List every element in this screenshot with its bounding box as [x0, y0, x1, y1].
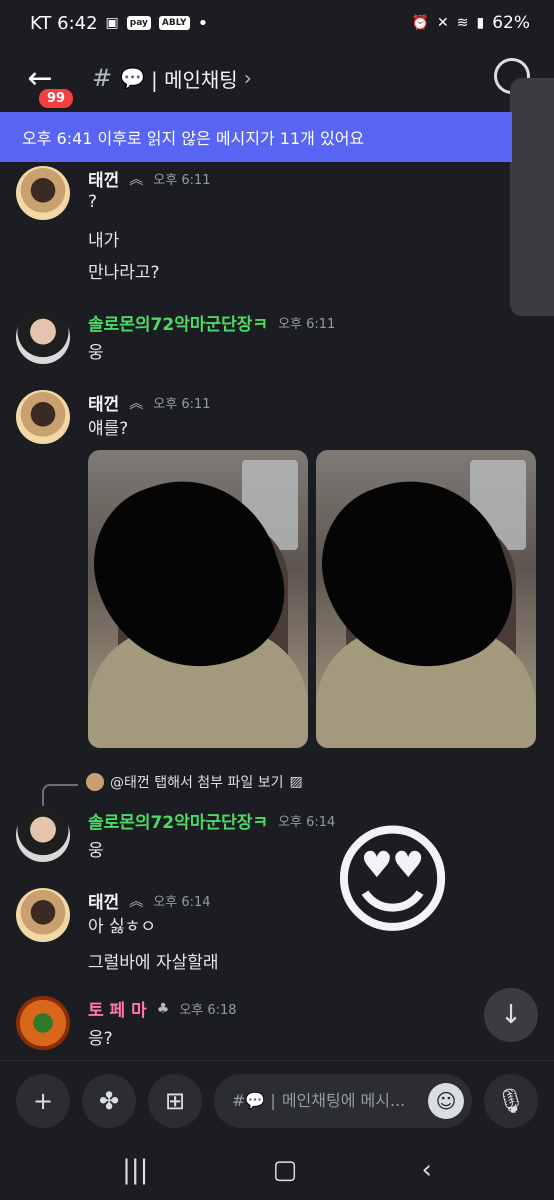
message-text: 응? — [88, 1029, 113, 1049]
message-time: 오후 6:18 — [179, 1003, 237, 1018]
role-icon: ♣ — [156, 1000, 170, 1017]
plus-icon: + — [32, 1086, 54, 1115]
message-header: 태껀 ︽ 오후 6:11 — [88, 390, 211, 415]
message-input[interactable] — [281, 1091, 432, 1110]
signal-icon: ▮ — [476, 15, 485, 31]
status-left: KT 6:42 ▣ pay ABLY • — [30, 13, 208, 34]
gallery-icon: ▣ — [105, 15, 119, 31]
avatar[interactable] — [16, 808, 70, 862]
status-right: ⏰ ✕ ≋ ▮ 62% — [412, 13, 530, 33]
rank-wings-icon: ︽ — [129, 171, 144, 188]
avatar[interactable] — [16, 390, 70, 444]
author-name[interactable]: 솔로몬의72악마군단장ㅋ — [88, 310, 268, 335]
image-attachments — [88, 450, 536, 748]
apps-icon: ✤ — [98, 1086, 120, 1115]
add-button[interactable]: + — [16, 1073, 70, 1128]
author-name[interactable]: 태껀 — [88, 166, 119, 191]
rank-wings-icon: ︽ — [129, 395, 144, 412]
speech-bubble-icon: 💬 — [120, 66, 146, 90]
message-header: 태껀 ︽ 오후 6:14 — [88, 888, 211, 913]
notification-dot: • — [197, 12, 209, 34]
rank-wings-icon: ︽ — [129, 893, 144, 910]
gift-icon: ⊞ — [164, 1086, 186, 1115]
chevron-right-icon[interactable]: › — [244, 66, 252, 90]
reply-avatar — [86, 773, 104, 791]
mute-icon: ✕ — [437, 15, 449, 31]
message-text: ? — [88, 192, 98, 212]
reply-connector — [42, 784, 78, 806]
message-text: 웅 — [88, 841, 104, 861]
message-header: 태껀 ︽ 오후 6:11 — [88, 166, 211, 191]
unread-badge: 99 — [36, 86, 77, 111]
reply-reference[interactable]: @태껀 탭해서 첨부 파일 보기 ▨ — [86, 772, 303, 792]
message-time: 오후 6:14 — [153, 895, 211, 910]
message-text: 그럴바에 자살할래 — [88, 953, 219, 973]
mic-button[interactable]: 🎙 — [484, 1073, 538, 1128]
message-header: 솔로몬의72악마군단장ㅋ 오후 6:14 — [88, 808, 335, 833]
unread-banner-text: 오후 6:41 이후로 읽지 않은 메시지가 11개 있어요 — [22, 129, 365, 148]
message-time: 오후 6:11 — [153, 397, 211, 412]
message-input-container[interactable]: #💬 | ☺ — [214, 1073, 472, 1128]
apps-button[interactable]: ✤ — [82, 1073, 136, 1128]
jump-to-bottom-button[interactable]: ↓ — [484, 988, 538, 1042]
author-name[interactable]: 태껀 — [88, 390, 119, 415]
message-header: 솔로몬의72악마군단장ㅋ 오후 6:11 — [88, 310, 335, 335]
message-text: 내가 — [88, 231, 120, 251]
message-time: 오후 6:11 — [153, 173, 211, 188]
message-text: 아 싫ㅎㅇ — [88, 917, 156, 937]
avatar[interactable] — [16, 310, 70, 364]
author-name[interactable]: 태껀 — [88, 888, 119, 913]
message-time: 오후 6:11 — [278, 317, 336, 332]
home-icon[interactable]: ▢ — [273, 1155, 298, 1185]
alarm-icon: ⏰ — [411, 15, 430, 31]
carrier-time: KT 6:42 — [30, 12, 98, 34]
heart-eyes-emoji-icon: 😍 — [330, 812, 456, 951]
avatar[interactable] — [16, 166, 70, 220]
image-icon: ▨ — [289, 774, 303, 790]
back-button[interactable]: ← 99 — [20, 58, 77, 111]
message-text: 만나라고? — [88, 263, 160, 283]
emoji-icon[interactable]: ☺ — [428, 1082, 464, 1119]
recents-icon[interactable]: ||| — [122, 1155, 148, 1185]
battery-level: 62% — [492, 13, 530, 33]
message-text: 웅 — [88, 343, 104, 363]
pay-chip: pay — [126, 16, 151, 30]
mic-icon: 🎙 — [495, 1086, 527, 1115]
arrow-down-icon: ↓ — [500, 1000, 522, 1030]
avatar[interactable] — [16, 996, 70, 1050]
image-attachment[interactable] — [316, 450, 536, 748]
member-panel-peek[interactable] — [510, 78, 554, 316]
message-time: 오후 6:14 — [278, 815, 336, 830]
channel-header: ← 99 # 💬 | 메인채팅 › — [0, 52, 554, 111]
gift-button[interactable]: ⊞ — [148, 1073, 202, 1128]
author-name[interactable]: 솔로몬의72악마군단장ㅋ — [88, 808, 268, 833]
reply-text: @태껀 탭해서 첨부 파일 보기 — [110, 775, 284, 791]
message-header: 토 페 마 ♣ 오후 6:18 — [88, 996, 237, 1022]
unread-banner[interactable]: 오후 6:41 이후로 읽지 않은 메시지가 11개 있어요 — [0, 112, 512, 162]
ably-chip: ABLY — [158, 16, 190, 30]
message-text: 얘를? — [88, 419, 129, 439]
wifi-icon: ≋ — [456, 15, 469, 31]
message-composer: + ✤ ⊞ #💬 | ☺ 🎙 — [0, 1060, 554, 1140]
channel-hash-icon: # — [92, 64, 113, 92]
system-nav-bar: ||| ▢ ‹ — [0, 1140, 554, 1200]
status-bar: KT 6:42 ▣ pay ABLY • ⏰ ✕ ≋ ▮ 62% — [0, 0, 554, 46]
channel-name[interactable]: | 메인채팅 — [151, 64, 238, 93]
image-attachment[interactable] — [88, 450, 308, 748]
input-prefix: #💬 | — [232, 1091, 276, 1110]
back-nav-icon[interactable]: ‹ — [421, 1155, 431, 1185]
avatar[interactable] — [16, 888, 70, 942]
author-name[interactable]: 토 페 마 — [88, 996, 147, 1021]
